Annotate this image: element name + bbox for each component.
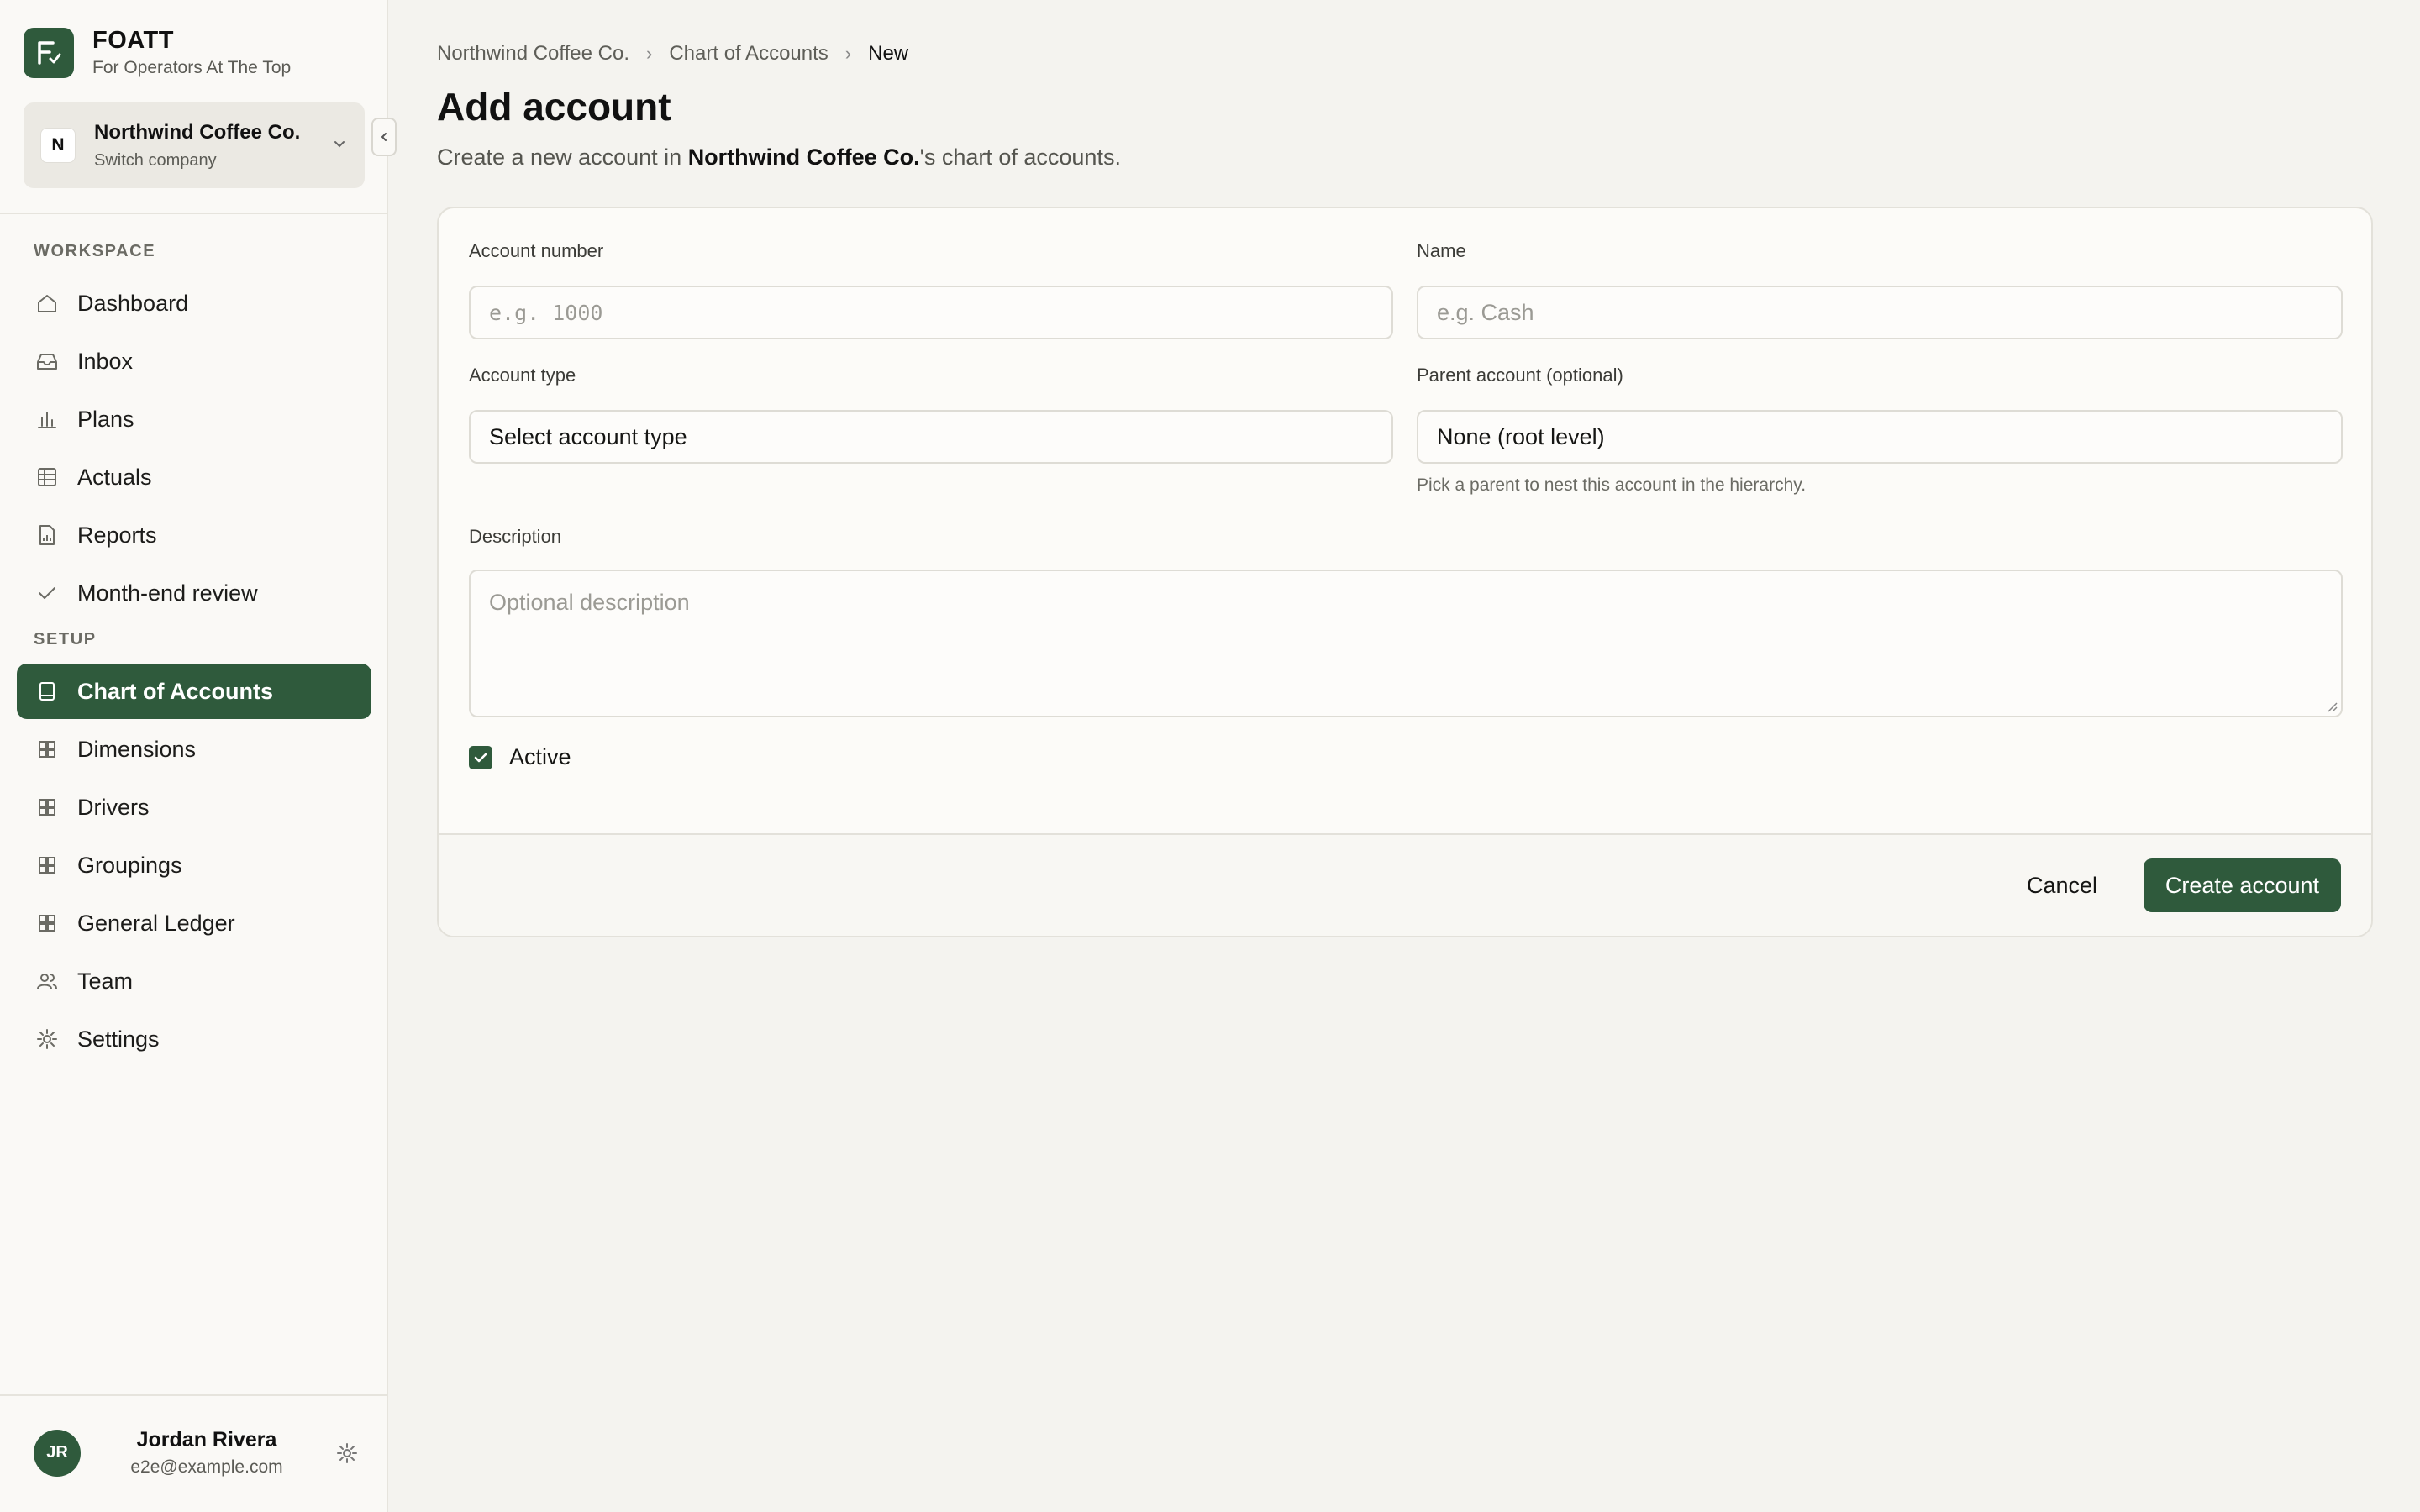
grid-icon <box>34 852 60 879</box>
active-checkbox[interactable] <box>469 745 492 769</box>
parent-account-select[interactable]: None (root level) <box>1417 410 2343 464</box>
report-icon <box>34 522 60 549</box>
sidebar-item-settings[interactable]: Settings <box>17 1011 371 1067</box>
sidebar-item-reports[interactable]: Reports <box>17 507 371 563</box>
description-placeholder: Optional description <box>489 590 690 615</box>
account-number-label: Account number <box>469 240 604 261</box>
grid-icon <box>34 736 60 763</box>
resize-grip-icon[interactable] <box>2326 701 2338 712</box>
sidebar-item-label: Plans <box>77 406 134 432</box>
name-input[interactable]: e.g. Cash <box>1417 286 2343 339</box>
book-icon <box>34 678 60 705</box>
grid-icon <box>34 910 60 937</box>
sidebar-item-label: General Ledger <box>77 910 235 936</box>
sidebar-item-label: Chart of Accounts <box>77 678 274 704</box>
subtitle-suffix: 's chart of accounts. <box>919 144 1121 170</box>
workspace-section-label: WORKSPACE <box>34 242 156 260</box>
bar-chart-icon <box>34 406 60 433</box>
sidebar: FOATT For Operators At The Top N Northwi… <box>0 0 397 1512</box>
user-email: e2e@example.com <box>130 1457 283 1477</box>
sidebar-item-label: Reports <box>77 522 157 548</box>
sidebar-item-dashboard[interactable]: Dashboard <box>17 276 371 331</box>
users-icon <box>34 968 60 995</box>
subtitle-prefix: Create a new account in <box>437 144 688 170</box>
add-account-form: Account number e.g. 1000 Name e.g. Cash … <box>437 207 2373 937</box>
page-title: Add account <box>437 85 671 129</box>
breadcrumb-item-current: New <box>868 42 909 65</box>
sidebar-divider <box>0 1394 387 1396</box>
user-settings-gear-icon[interactable] <box>333 1439 361 1467</box>
sidebar-item-label: Month-end review <box>77 580 258 606</box>
parent-account-label: Parent account (optional) <box>1417 365 1623 386</box>
sidebar-item-drivers[interactable]: Drivers <box>17 780 371 835</box>
cancel-button[interactable]: Cancel <box>2008 858 2116 912</box>
chevron-right-icon: › <box>844 43 852 64</box>
parent-account-help: Pick a parent to nest this account in th… <box>1417 475 1807 495</box>
user-profile[interactable]: JR Jordan Rivera e2e@example.com <box>34 1428 361 1478</box>
breadcrumb-item-chart-of-accounts[interactable]: Chart of Accounts <box>669 42 828 66</box>
brand-logo-icon <box>24 27 74 78</box>
gear-icon <box>34 1026 60 1053</box>
main-content: Northwind Coffee Co. › Chart of Accounts… <box>388 0 2420 1512</box>
checkmark-icon <box>474 753 487 762</box>
subtitle-company: Northwind Coffee Co. <box>687 144 920 170</box>
check-icon <box>34 580 60 606</box>
description-label: Description <box>469 526 562 547</box>
account-number-input[interactable]: e.g. 1000 <box>469 286 1393 339</box>
avatar: JR <box>34 1429 81 1477</box>
breadcrumb-item-company[interactable]: Northwind Coffee Co. <box>437 42 629 66</box>
sidebar-item-month-end-review[interactable]: Month-end review <box>17 565 371 621</box>
table-icon <box>34 464 60 491</box>
sidebar-item-groupings[interactable]: Groupings <box>17 837 371 893</box>
sidebar-item-label: Settings <box>77 1026 160 1052</box>
description-textarea[interactable]: Optional description <box>469 570 2343 717</box>
sidebar-item-label: Team <box>77 968 134 994</box>
account-type-select[interactable]: Select account type <box>469 410 1393 464</box>
name-label: Name <box>1417 240 1466 261</box>
sidebar-item-label: Groupings <box>77 852 182 878</box>
sidebar-item-chart-of-accounts[interactable]: Chart of Accounts <box>17 664 371 719</box>
chevron-right-icon: › <box>646 43 653 64</box>
grid-icon <box>34 794 60 821</box>
sidebar-item-label: Dimensions <box>77 736 197 762</box>
sidebar-item-plans[interactable]: Plans <box>17 391 371 447</box>
sidebar-item-team[interactable]: Team <box>17 953 371 1009</box>
sidebar-item-label: Dashboard <box>77 290 189 316</box>
breadcrumb: Northwind Coffee Co. › Chart of Accounts… <box>437 42 908 66</box>
create-account-button[interactable]: Create account <box>2143 858 2341 912</box>
company-switcher[interactable]: N Northwind Coffee Co. Switch company <box>24 102 365 188</box>
home-icon <box>34 290 60 317</box>
setup-section-label: SETUP <box>34 630 97 648</box>
company-avatar: N <box>40 128 76 163</box>
sidebar-item-general-ledger[interactable]: General Ledger <box>17 895 371 951</box>
sidebar-divider <box>0 213 387 214</box>
company-name: Northwind Coffee Co. <box>94 120 301 144</box>
brand-tagline: For Operators At The Top <box>92 58 292 77</box>
sidebar-item-dimensions[interactable]: Dimensions <box>17 722 371 777</box>
sidebar-item-label: Inbox <box>77 348 134 374</box>
sidebar-item-label: Drivers <box>77 794 150 820</box>
page-subtitle: Create a new account in Northwind Coffee… <box>437 144 1121 171</box>
brand-name: FOATT <box>92 27 174 54</box>
switch-company-label: Switch company <box>94 150 217 170</box>
brand: FOATT For Operators At The Top <box>24 27 291 78</box>
chevron-down-icon <box>331 135 348 156</box>
form-footer: Cancel Create account <box>439 833 2371 936</box>
sidebar-item-label: Actuals <box>77 464 152 490</box>
active-label: Active <box>509 744 571 769</box>
user-name: Jordan Rivera <box>136 1428 277 1452</box>
account-type-label: Account type <box>469 365 576 386</box>
inbox-icon <box>34 348 60 375</box>
sidebar-item-actuals[interactable]: Actuals <box>17 449 371 505</box>
active-checkbox-row[interactable]: Active <box>469 744 571 770</box>
sidebar-item-inbox[interactable]: Inbox <box>17 333 371 389</box>
